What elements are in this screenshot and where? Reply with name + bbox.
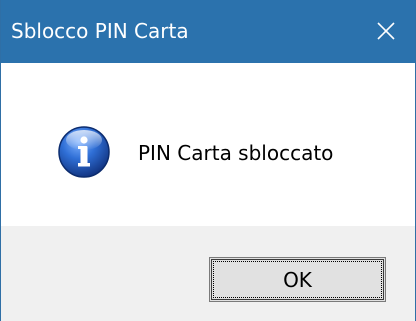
message-text: PIN Carta sbloccato — [138, 141, 334, 165]
info-icon — [58, 126, 110, 178]
ok-button-label: OK — [283, 268, 312, 292]
window-title: Sblocco PIN Carta — [11, 19, 189, 43]
title-bar[interactable]: Sblocco PIN Carta — [1, 0, 415, 63]
dialog-body: PIN Carta sbloccato — [1, 63, 415, 226]
ok-button[interactable]: OK — [209, 257, 386, 302]
close-button[interactable] — [357, 0, 415, 63]
button-bar: OK — [1, 226, 415, 321]
close-icon — [377, 22, 395, 40]
dialog-window: Sblocco PIN Carta PIN Carta sbloccato OK — [0, 0, 416, 321]
